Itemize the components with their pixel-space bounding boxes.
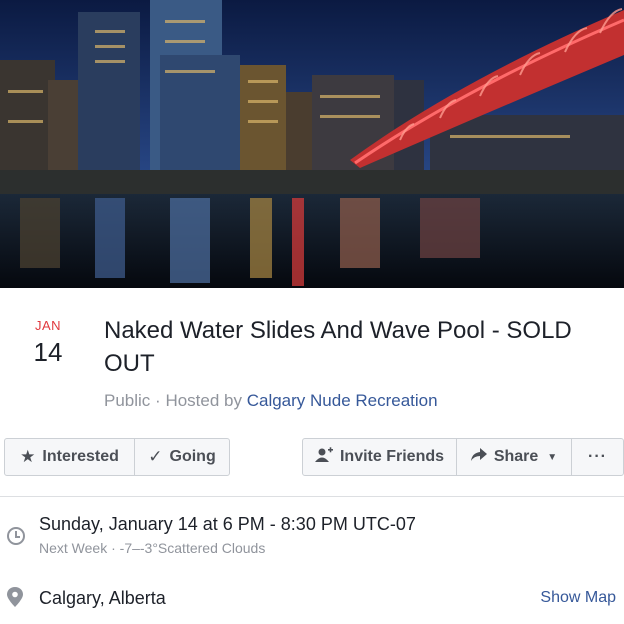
privacy-label: Public: [104, 391, 151, 410]
share-button[interactable]: Share ▼: [456, 438, 572, 476]
invite-label: Invite Friends: [339, 448, 445, 465]
going-label: Going: [169, 448, 216, 465]
interested-button[interactable]: ★ Interested: [4, 438, 135, 476]
cover-photo[interactable]: [0, 0, 624, 288]
add-person-icon: [314, 446, 333, 468]
weather-forecast: Next Week · -7–-3°Scattered Clouds: [39, 540, 266, 556]
share-arrow-icon: [470, 447, 487, 467]
more-options-button[interactable]: ···: [571, 438, 624, 476]
meta-separator: ·: [155, 391, 166, 410]
event-day: 14: [33, 337, 63, 367]
section-divider: [0, 496, 624, 497]
map-pin-icon: [7, 587, 23, 607]
host-link[interactable]: Calgary Nude Recreation: [247, 391, 438, 410]
event-date: JAN 14: [20, 318, 76, 368]
chevron-down-icon: ▼: [547, 451, 558, 463]
show-map-link[interactable]: Show Map: [540, 589, 616, 607]
hosted-by-label: Hosted by: [165, 391, 242, 410]
checkmark-icon: ✓: [148, 447, 163, 466]
event-title: Naked Water Slides And Wave Pool - SOLD …: [104, 317, 572, 377]
star-icon: ★: [20, 447, 36, 466]
going-button[interactable]: ✓ Going: [134, 438, 230, 476]
event-time[interactable]: Sunday, January 14 at 6 PM - 8:30 PM UTC…: [39, 514, 416, 535]
interested-label: Interested: [42, 448, 119, 465]
event-meta: Public · Hosted by Calgary Nude Recreati…: [104, 391, 438, 411]
clock-icon: [7, 527, 25, 545]
share-label: Share: [493, 448, 539, 465]
event-location[interactable]: Calgary, Alberta: [39, 588, 166, 609]
event-action-bar: ★ Interested ✓ Going Invite Friends Shar…: [0, 438, 624, 476]
event-month: JAN: [34, 318, 62, 333]
city-bridge-night-image: [0, 0, 624, 288]
invite-friends-button[interactable]: Invite Friends: [302, 438, 457, 476]
